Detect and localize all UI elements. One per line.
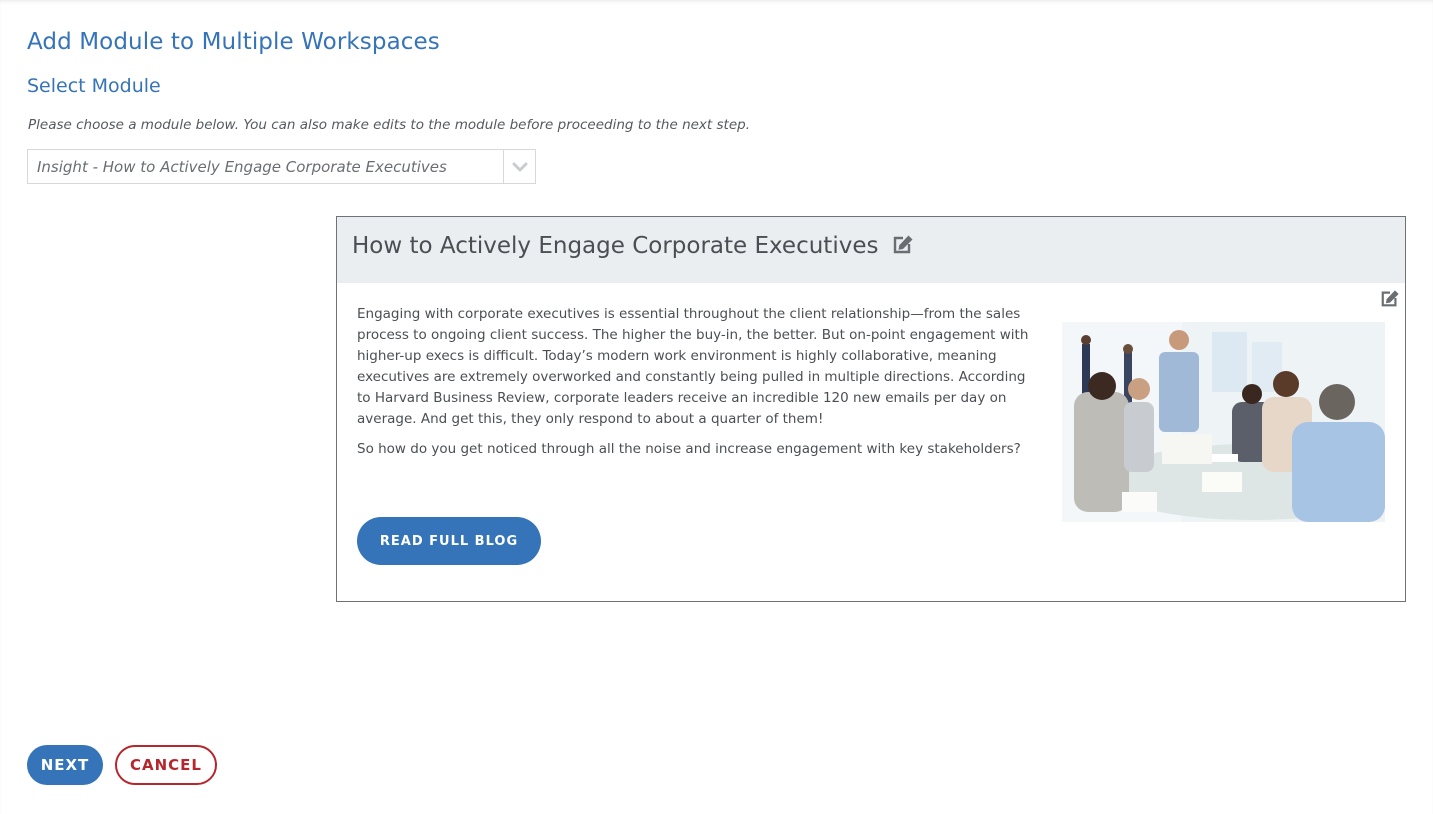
edit-title-button[interactable] <box>892 234 914 261</box>
edit-body-button[interactable] <box>1380 289 1400 312</box>
body-paragraph: So how do you get noticed through all th… <box>357 441 1021 457</box>
module-select[interactable]: Insight - How to Actively Engage Corpora… <box>27 149 536 184</box>
card-body-text: Engaging with corporate executives is es… <box>357 304 1037 469</box>
edit-icon <box>1381 290 1399 307</box>
next-button[interactable]: NEXT <box>27 745 103 785</box>
section-title: Select Module <box>27 75 161 97</box>
page-title: Add Module to Multiple Workspaces <box>27 29 440 55</box>
edit-icon <box>893 235 913 254</box>
page: Add Module to Multiple Workspaces Select… <box>0 0 1433 814</box>
card-header: How to Actively Engage Corporate Executi… <box>337 217 1405 283</box>
card-title: How to Actively Engage Corporate Executi… <box>352 233 879 259</box>
chevron-down-icon <box>512 162 527 171</box>
module-preview-card: How to Actively Engage Corporate Executi… <box>336 216 1406 602</box>
module-select-value: Insight - How to Actively Engage Corpora… <box>37 158 447 176</box>
meeting-photo <box>1062 322 1385 522</box>
select-arrow-button[interactable] <box>503 150 535 183</box>
cancel-button[interactable]: CANCEL <box>115 745 217 785</box>
read-full-blog-button[interactable]: READ FULL BLOG <box>357 517 541 565</box>
body-paragraph: Engaging with corporate executives is es… <box>357 306 1029 427</box>
card-title-row: How to Actively Engage Corporate Executi… <box>352 233 914 261</box>
instruction-text: Please choose a module below. You can al… <box>28 117 750 133</box>
